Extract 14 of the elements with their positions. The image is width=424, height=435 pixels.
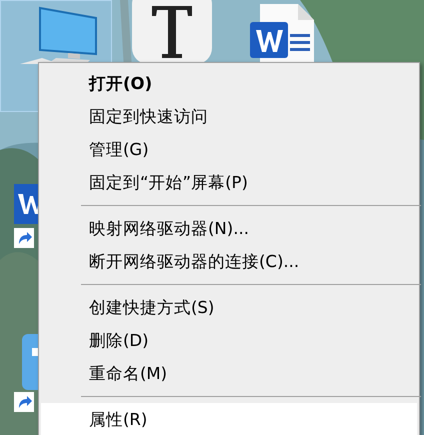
menu-item[interactable]: 管理(G) <box>41 133 417 166</box>
menu-item[interactable]: 断开网络驱动器的连接(C)... <box>41 245 417 278</box>
word-document-icon[interactable] <box>250 4 316 62</box>
text-app-icon[interactable] <box>130 0 214 62</box>
menu-item[interactable]: 创建快捷方式(S) <box>41 291 417 324</box>
menu-item[interactable]: 打开(O) <box>41 67 417 100</box>
computer-icon[interactable] <box>20 6 98 64</box>
word-shortcut-icon[interactable] <box>12 184 40 248</box>
menu-item[interactable]: 映射网络驱动器(N)... <box>41 212 417 245</box>
menu-item[interactable]: 固定到快速访问 <box>41 100 417 133</box>
menu-item[interactable]: 属性(R) <box>41 403 417 435</box>
menu-item[interactable]: 删除(D) <box>41 324 417 357</box>
menu-item[interactable]: 重命名(M) <box>41 357 417 390</box>
menu-item[interactable]: 固定到“开始”屏幕(P) <box>41 166 417 199</box>
